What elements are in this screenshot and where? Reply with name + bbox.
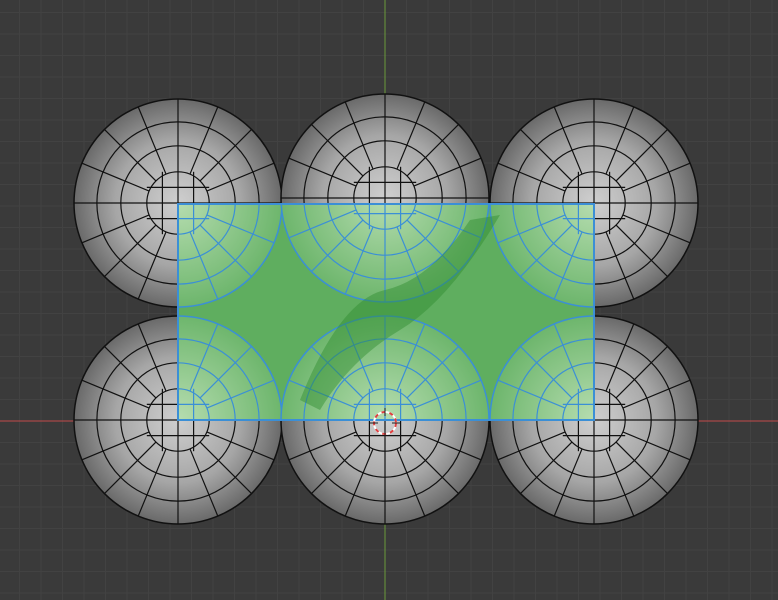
3d-viewport[interactable] [0, 0, 778, 600]
viewport-canvas[interactable] [0, 0, 778, 600]
